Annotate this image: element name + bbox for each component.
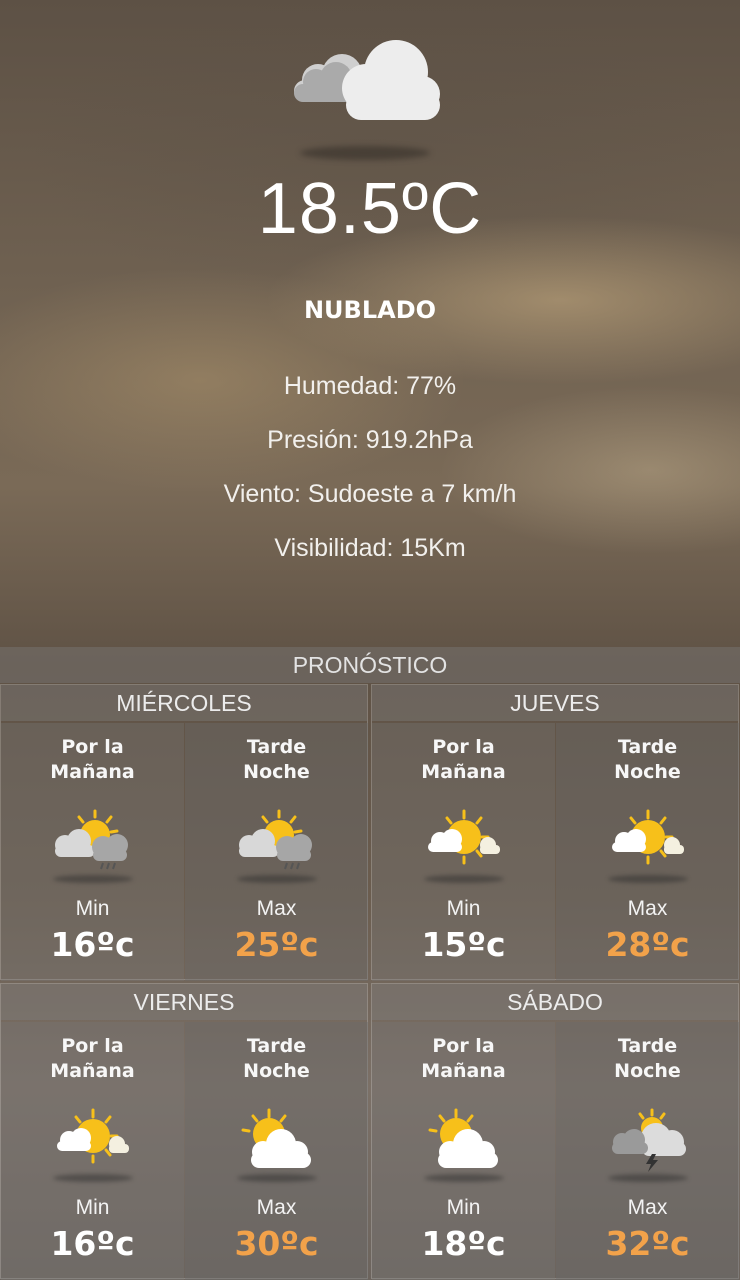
min-label: Min	[446, 897, 481, 920]
period-label: Tarde Noche	[614, 736, 681, 783]
morning-panel: Por la Mañana Min 15ºc	[372, 723, 555, 981]
current-condition: NUBLADO	[303, 296, 437, 324]
evening-panel: Tarde Noche Max 28ºc	[556, 723, 739, 981]
cloudy-icon	[294, 40, 440, 120]
icon-shadow	[423, 875, 504, 883]
min-temperature: 15ºc	[421, 925, 506, 964]
current-weather: 18.5ºC NUBLADO Humedad: 77% Presión: 919…	[0, 0, 740, 645]
period-label: Tarde Noche	[243, 736, 310, 783]
wind-text: Viento: Sudoeste a 7 km/h	[223, 480, 517, 508]
sun-cloud-rain-icon	[54, 809, 128, 870]
period-label: Por la Mañana	[50, 736, 135, 783]
min-label: Min	[446, 1196, 481, 1219]
forecast-header: PRONÓSTICO	[0, 647, 740, 683]
max-label: Max	[627, 897, 668, 920]
icon-shadow	[236, 875, 317, 883]
day-name: SÁBADO	[372, 984, 738, 1020]
partly-cloudy-icon	[241, 1108, 311, 1168]
icon-shadow	[607, 875, 688, 883]
icon-shadow	[52, 875, 133, 883]
min-temperature: 16ºc	[50, 1224, 135, 1263]
forecast-day: SÁBADO Por la Mañana Min 18ºc Tarde Noche	[371, 983, 739, 1280]
weather-screen: 18.5ºC NUBLADO Humedad: 77% Presión: 919…	[0, 0, 740, 1280]
icon-shadow	[236, 1174, 317, 1182]
min-label: Min	[75, 1196, 110, 1219]
thunderstorm-icon	[611, 1108, 686, 1172]
pressure-text: Presión: 919.2hPa	[267, 426, 473, 454]
icon-shadow	[52, 1174, 133, 1182]
period-label: Tarde Noche	[614, 1035, 681, 1082]
max-label: Max	[256, 1196, 297, 1219]
forecast-day: MIÉRCOLES Por la Mañana Min 16ºc Tarde Noc…	[0, 684, 368, 981]
max-temperature: 28ºc	[605, 925, 690, 964]
morning-panel: Por la Mañana Min 16ºc	[1, 1022, 184, 1280]
day-name: JUEVES	[372, 685, 738, 721]
min-temperature: 16ºc	[50, 925, 135, 964]
humidity-text: Humedad: 77%	[283, 372, 457, 400]
sun-small-clouds-icon	[56, 1108, 129, 1164]
current-temperature: 18.5ºC	[257, 169, 483, 249]
evening-panel: Tarde Noche Max 30ºc	[185, 1022, 368, 1280]
visibility-text: Visibilidad: 15Km	[274, 534, 466, 562]
max-label: Max	[627, 1196, 668, 1219]
period-label: Por la Mañana	[421, 1035, 506, 1082]
icon-shadow	[300, 146, 430, 160]
morning-panel: Por la Mañana Min 16ºc	[1, 723, 184, 981]
day-name: MIÉRCOLES	[1, 685, 367, 721]
icon-shadow	[607, 1174, 688, 1182]
period-label: Tarde Noche	[243, 1035, 310, 1082]
icon-shadow	[423, 1174, 504, 1182]
min-label: Min	[75, 897, 110, 920]
max-temperature: 30ºc	[234, 1224, 319, 1263]
sun-small-clouds-icon	[427, 809, 500, 865]
max-temperature: 25ºc	[234, 925, 319, 964]
period-label: Por la Mañana	[421, 736, 506, 783]
forecast-day: JUEVES Por la Mañana Min 15ºc Tarde Noche	[371, 684, 739, 981]
max-label: Max	[256, 897, 297, 920]
partly-cloudy-icon	[428, 1108, 498, 1168]
morning-panel: Por la Mañana Min 18ºc	[372, 1022, 555, 1280]
evening-panel: Tarde Noche Max 32ºc	[556, 1022, 739, 1280]
min-temperature: 18ºc	[421, 1224, 506, 1263]
period-label: Por la Mañana	[50, 1035, 135, 1082]
evening-panel: Tarde Noche Max 25ºc	[185, 723, 368, 981]
sun-cloud-rain-icon	[238, 809, 312, 870]
day-name: VIERNES	[1, 984, 367, 1020]
sun-small-clouds-icon	[611, 809, 684, 865]
max-temperature: 32ºc	[605, 1224, 690, 1263]
forecast-day: VIERNES Por la Mañana Min 16ºc Tarde Noche	[0, 983, 368, 1280]
